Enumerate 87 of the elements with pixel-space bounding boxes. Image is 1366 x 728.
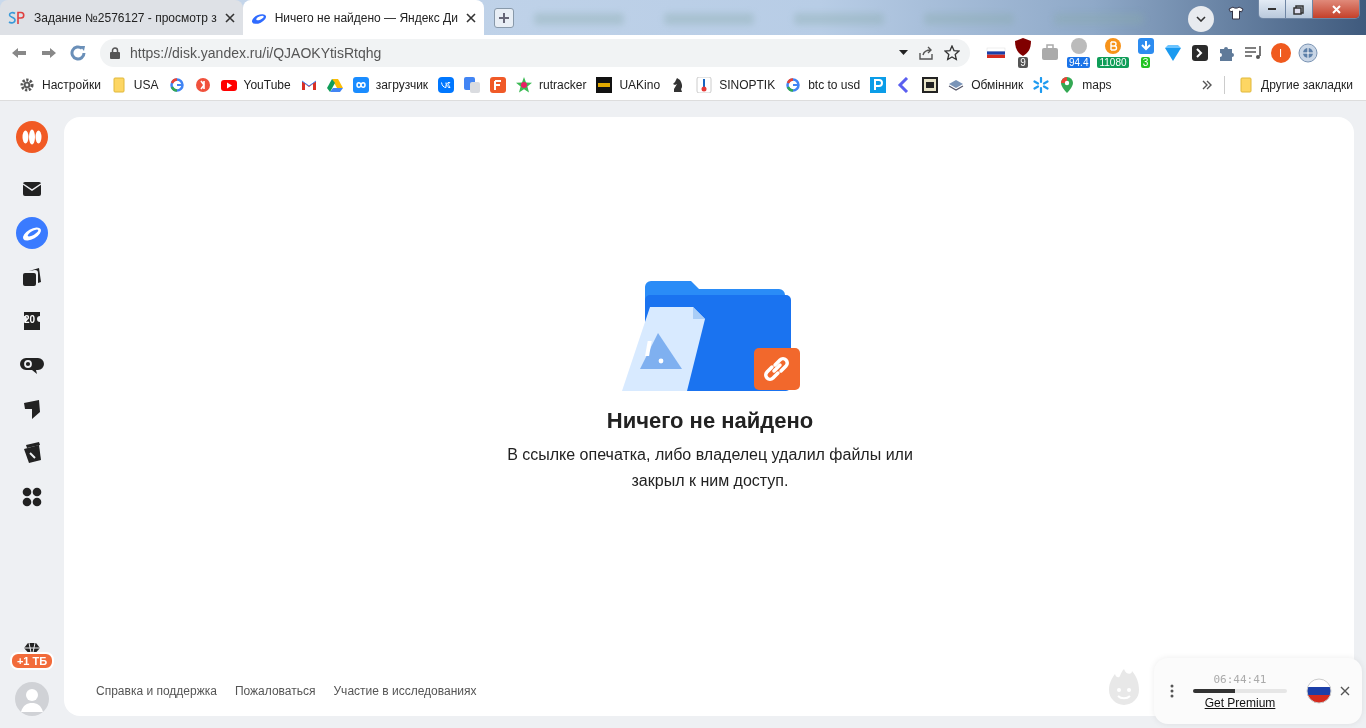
shield-icon (1013, 37, 1033, 57)
bookmark-link[interactable]: Обмінник (943, 73, 1029, 97)
globe-extension[interactable] (1297, 42, 1318, 63)
drive-icon (326, 77, 343, 93)
empty-state-title: Ничего не найдено (606, 408, 814, 434)
folder-icon (110, 77, 127, 93)
bitcoin-extension[interactable] (1103, 37, 1123, 57)
globe-icon (1297, 42, 1318, 63)
more-options-icon (1170, 684, 1174, 698)
other-bookmarks-link[interactable]: Другие закладки (1233, 73, 1358, 97)
bookmark-link[interactable]: загрузчик (347, 73, 434, 97)
youtube-icon (220, 77, 237, 93)
square-icon (490, 77, 507, 93)
close-icon (1330, 3, 1342, 15)
disk-service-button[interactable] (16, 217, 48, 249)
close-window-button[interactable] (1313, 0, 1359, 18)
suitcase-extension[interactable] (1040, 42, 1060, 63)
infinity-icon (352, 77, 369, 93)
square-icon (870, 77, 887, 93)
plus-icon (497, 12, 510, 24)
bookmark-link[interactable]: btc to usd (780, 73, 866, 97)
extension-badge: 94.4 (1067, 57, 1091, 68)
folder-icon (1238, 77, 1255, 93)
close-icon (1340, 686, 1350, 696)
yandex-360-logo-icon (16, 121, 48, 153)
square-icon (922, 77, 939, 93)
share-icon (918, 44, 934, 61)
new-tab-button[interactable] (493, 8, 514, 28)
maximize-button[interactable] (1286, 0, 1313, 18)
minimize-icon (1268, 8, 1276, 10)
terminal-icon (1189, 42, 1210, 63)
browser-tab[interactable]: Ничего не найдено — Яндекс Ди (242, 0, 484, 35)
footer-link[interactable]: Участие в исследованиях (333, 684, 477, 698)
star-icon (516, 77, 533, 93)
calendar-service-button[interactable]: 20 (16, 305, 48, 337)
star-icon (944, 44, 960, 61)
tab-search-button[interactable] (1188, 6, 1214, 32)
calendar-date: 20 (24, 314, 36, 325)
minimize-button[interactable] (1259, 0, 1286, 18)
asterisk-icon (1033, 77, 1050, 93)
extension-badge: 9 (1018, 57, 1028, 68)
diamond-icon (1162, 42, 1183, 63)
download-extension[interactable] (1135, 37, 1156, 57)
film-icon (596, 77, 613, 93)
caret-icon (1196, 16, 1206, 22)
diamond-extension[interactable] (1162, 42, 1183, 63)
bookmark-link[interactable]: rutracker (511, 73, 592, 97)
empty-state-message: В ссылке опечатка, либо владелец удалил файлы или закрыл к ним доступ. (506, 445, 914, 491)
yandex-icon (194, 77, 211, 93)
extension-badge: 3 (1140, 57, 1151, 68)
bookmark-link[interactable]: SINOPTIK (691, 73, 781, 97)
address-bar[interactable]: https://disk.yandex.ru/i/QJAOKYtisRtqhg (100, 38, 970, 67)
shirt-icon (1228, 6, 1244, 20)
terminal-extension[interactable] (1189, 42, 1210, 63)
dropdown-caret-icon (899, 50, 908, 55)
more-bookmarks-icon[interactable] (1202, 80, 1213, 90)
footer-link[interactable]: Пожаловаться (234, 684, 316, 698)
bookmark-link[interactable]: USA (105, 73, 164, 97)
gear-icon (19, 77, 35, 93)
translate-icon (464, 77, 481, 93)
restore-icon (1293, 3, 1305, 15)
footer-link[interactable]: Справка и поддержка (96, 684, 217, 698)
map-pin-icon (1059, 77, 1076, 93)
thermometer-icon (696, 77, 713, 93)
vk-icon (438, 77, 455, 93)
flag-icon (1306, 678, 1332, 704)
coin-icon (1068, 37, 1089, 57)
url-text: https://disk.yandex.ru/i/QJAOKYtisRtqhg (130, 44, 383, 61)
bookmark-link[interactable]: maps (1054, 73, 1117, 97)
extension-badge: 11080 (1097, 57, 1129, 68)
close-tab-icon[interactable] (224, 12, 235, 23)
bookmark-link[interactable]: YouTube (215, 73, 296, 97)
bookmark-link[interactable]: UAKino (591, 73, 666, 97)
close-tab-icon[interactable] (465, 12, 476, 23)
suitcase-icon (1040, 42, 1060, 63)
google-icon (168, 77, 185, 93)
layers-icon (948, 77, 965, 93)
bookmark-link[interactable]: Настройки (14, 73, 106, 97)
sp-logo-icon (8, 10, 26, 25)
browser-tab[interactable]: Задание №2576127 - просмотр з (0, 0, 243, 35)
google-icon (785, 77, 802, 93)
close-button[interactable] (1340, 686, 1350, 696)
lock-icon (110, 46, 120, 59)
premium-link[interactable]: Get Premium (1204, 695, 1276, 710)
reload-icon (70, 44, 88, 61)
timer-text: 06:44:41 (1213, 672, 1267, 686)
shield-extension[interactable] (1013, 37, 1033, 57)
